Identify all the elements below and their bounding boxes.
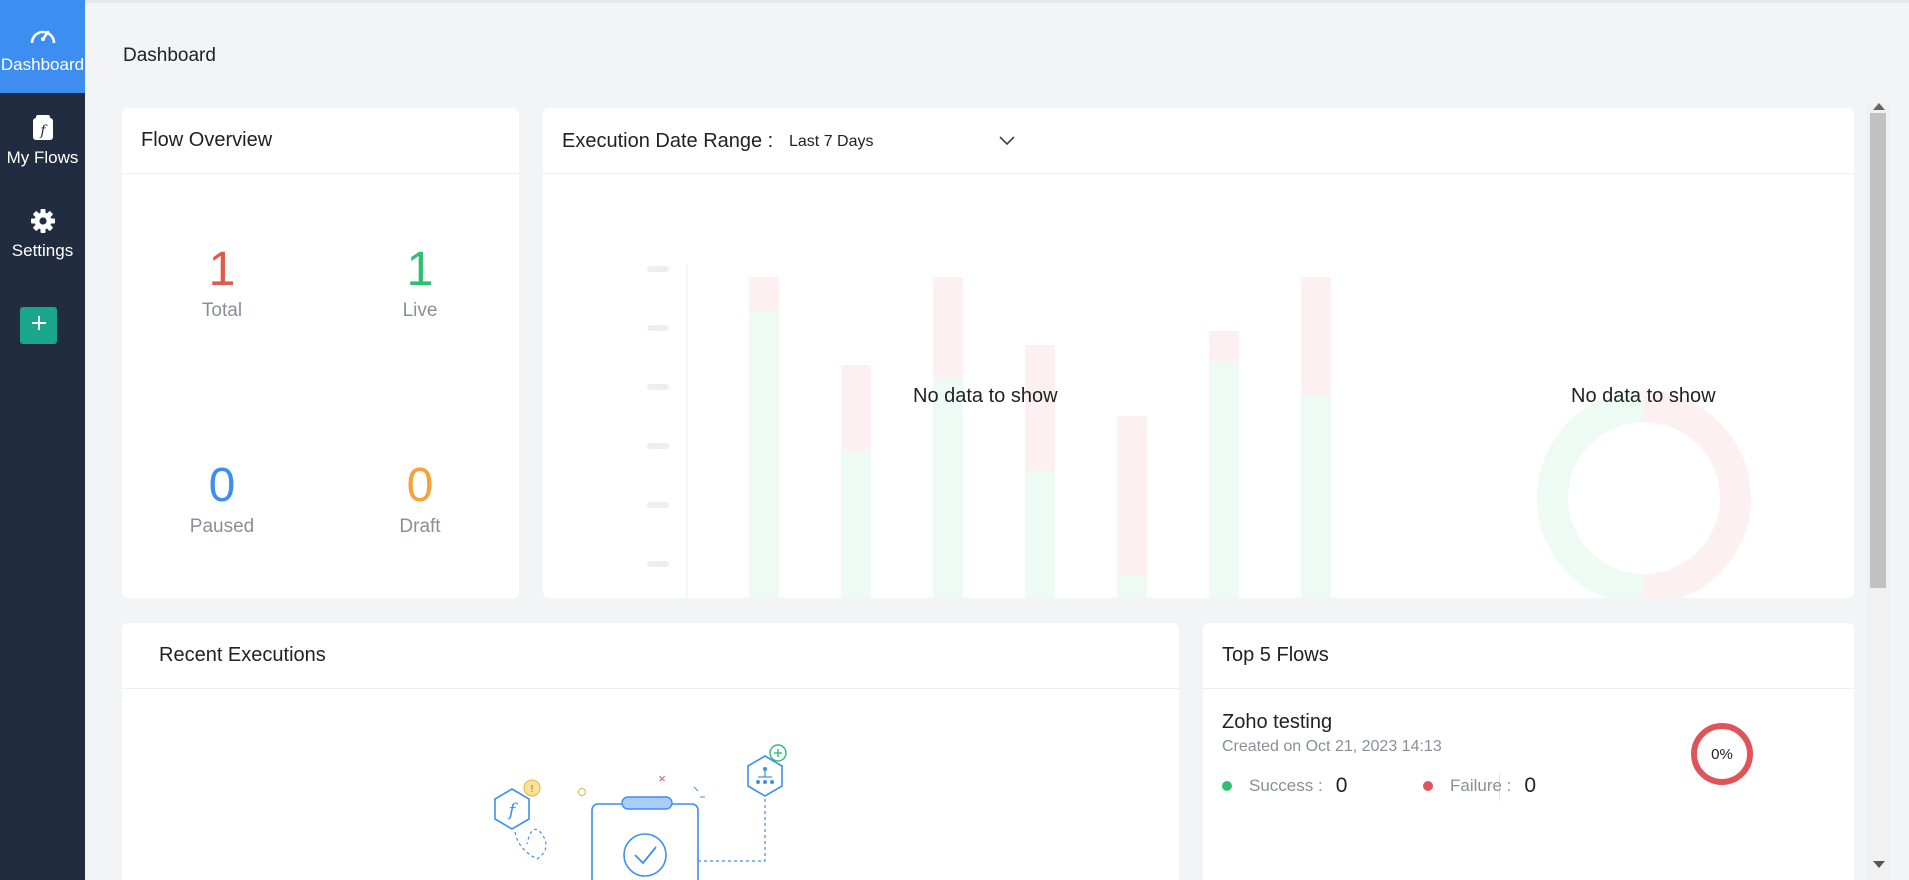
- stat-paused-label: Paused: [189, 516, 255, 537]
- chevron-down-icon: [999, 133, 1015, 151]
- success-dot-icon: [1222, 781, 1232, 791]
- sidebar: Dashboard f My Flows Settings: [0, 0, 85, 880]
- flow-success-stat: Success : 0: [1222, 774, 1347, 798]
- stat-live[interactable]: 1 Live: [350, 242, 490, 322]
- add-flow-button[interactable]: [20, 307, 57, 344]
- nav-settings-label: Settings: [11, 240, 74, 260]
- stat-draft-value: 0: [406, 459, 434, 512]
- flow-overview-title: Flow Overview: [122, 108, 519, 174]
- stat-total-value: 1: [208, 243, 236, 296]
- scroll-down-arrow-icon[interactable]: [1873, 861, 1885, 868]
- bar-chart-empty-text: No data to show: [913, 385, 1058, 407]
- donut-empty-text: No data to show: [1571, 385, 1716, 407]
- success-rate-percent: 0%: [1711, 745, 1733, 763]
- stat-total[interactable]: 1 Total: [152, 242, 292, 322]
- date-range-select[interactable]: Last 7 Days: [789, 133, 1029, 157]
- success-value: 0: [1335, 774, 1348, 797]
- page-title: Dashboard: [123, 45, 216, 66]
- svg-text:!: !: [531, 784, 534, 795]
- stat-total-label: Total: [201, 300, 243, 321]
- scrollbar-thumb[interactable]: [1870, 113, 1886, 588]
- plus-icon: [30, 314, 48, 337]
- flow-script-icon: f: [28, 113, 58, 143]
- execution-card: Execution Date Range : Last 7 Days No da…: [543, 108, 1854, 598]
- execution-header: Execution Date Range : Last 7 Days: [543, 108, 1854, 174]
- scroll-up-arrow-icon[interactable]: [1873, 103, 1885, 110]
- stat-live-value: 1: [406, 243, 434, 296]
- speedometer-icon: [28, 20, 58, 50]
- donut-skeleton: [1537, 391, 1751, 598]
- stat-paused[interactable]: 0 Paused: [152, 458, 292, 538]
- success-label: Success :: [1249, 776, 1323, 795]
- svg-text:×: ×: [658, 771, 666, 786]
- recent-executions-title: Recent Executions: [122, 623, 1179, 689]
- nav-my-flows[interactable]: f My Flows: [0, 93, 85, 186]
- nav-settings[interactable]: Settings: [0, 186, 85, 279]
- stat-paused-value: 0: [208, 459, 236, 512]
- recent-executions-card: Recent Executions f ! ×: [122, 623, 1179, 880]
- stat-live-label: Live: [402, 300, 438, 321]
- stat-draft-label: Draft: [399, 516, 441, 537]
- main-content: Dashboard Flow Overview 1 Total 1 Live 0…: [85, 0, 1909, 880]
- gear-icon: [28, 206, 58, 236]
- flow-overview-card: Flow Overview 1 Total 1 Live 0 Paused 0 …: [122, 108, 519, 598]
- failure-label: Failure :: [1450, 776, 1512, 795]
- nav-dashboard[interactable]: Dashboard: [0, 0, 85, 93]
- y-tick-placeholders: [647, 266, 669, 567]
- date-range-value: Last 7 Days: [789, 133, 874, 150]
- nav-dashboard-label: Dashboard: [0, 54, 85, 74]
- flow-name[interactable]: Zoho testing: [1222, 711, 1332, 734]
- top-flows-title: Top 5 Flows: [1203, 623, 1854, 689]
- top-flows-card: Top 5 Flows Zoho testing Created on Oct …: [1203, 623, 1854, 880]
- failure-value: 0: [1524, 774, 1537, 797]
- flow-created-date: Created on Oct 21, 2023 14:13: [1222, 738, 1442, 755]
- nav-my-flows-label: My Flows: [6, 147, 79, 167]
- svg-text:f: f: [507, 800, 519, 821]
- failure-dot-icon: [1423, 781, 1433, 791]
- flow-failure-stat: Failure : 0: [1423, 774, 1536, 798]
- page-scrollbar[interactable]: [1867, 103, 1891, 880]
- empty-state-illustration: f ! ×: [494, 744, 787, 880]
- success-rate-ring: 0%: [1691, 723, 1753, 785]
- execution-date-range-label: Execution Date Range :: [562, 130, 774, 152]
- stat-draft[interactable]: 0 Draft: [350, 458, 490, 538]
